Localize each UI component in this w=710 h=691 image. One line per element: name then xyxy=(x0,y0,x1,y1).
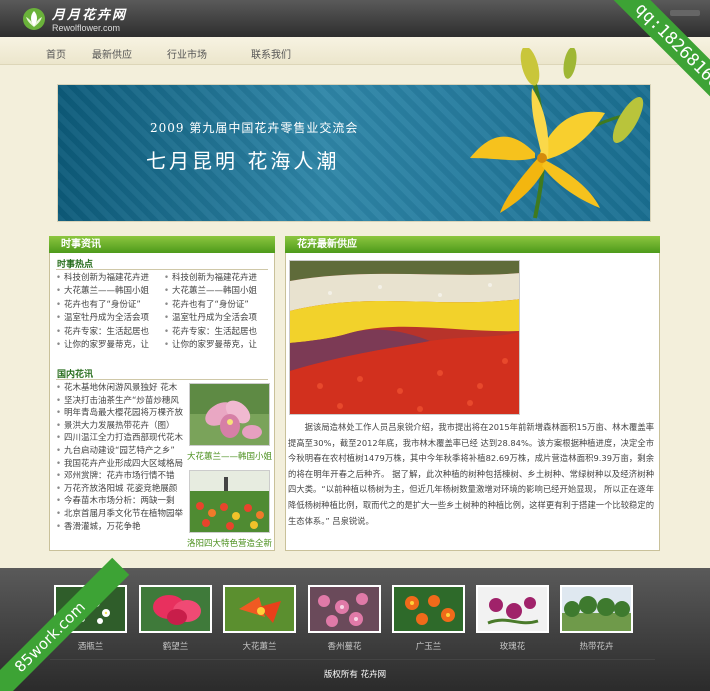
hot-news-list-right: 科技创新为福建花卉进 大花蕙兰——韩国小姐 花卉也有了“身份证” 温室牡丹成为全… xyxy=(164,272,274,352)
list-item[interactable]: 花木基地休闲游风景独好 花木 xyxy=(56,382,184,395)
gallery-caption[interactable]: 大花蕙兰 xyxy=(223,640,296,652)
list-item[interactable]: 九台启动建设“园艺特产之乡” xyxy=(56,445,184,458)
supply-panel-title: 花卉最新供应 xyxy=(285,236,660,253)
list-item[interactable]: 四川温江全力打造西部现代花木 xyxy=(56,432,184,445)
nav-home[interactable]: 首页 xyxy=(46,46,66,61)
site-logo[interactable]: 月月花卉网 Rewolflower.com xyxy=(22,4,127,33)
gallery-caption[interactable]: 广玉兰 xyxy=(392,640,465,652)
gallery-item[interactable]: 香州蔓花 xyxy=(308,585,381,652)
gallery-caption[interactable]: 香州蔓花 xyxy=(308,640,381,652)
list-item[interactable]: 科技创新为福建花卉进 xyxy=(56,272,166,285)
gallery-caption[interactable]: 热带花卉 xyxy=(560,640,633,652)
gallery-caption[interactable]: 鹤望兰 xyxy=(139,640,212,652)
list-item[interactable]: 我国花卉产业形成四大区域格局 xyxy=(56,458,184,471)
lily-flower-image xyxy=(470,48,644,219)
list-item[interactable]: 花卉专家：生活起居也 xyxy=(164,326,274,339)
list-item[interactable]: 花卉也有了“身份证” xyxy=(56,299,166,312)
gallery-image[interactable] xyxy=(139,585,212,633)
nav-contact[interactable]: 联系我们 xyxy=(251,46,291,61)
gallery-caption[interactable]: 玫瑰花 xyxy=(476,640,549,652)
list-item[interactable]: 温室牡丹成为全活会项 xyxy=(164,312,274,325)
list-item[interactable]: 科技创新为福建花卉进 xyxy=(164,272,274,285)
gallery-caption[interactable]: 酒瓶兰 xyxy=(54,640,127,652)
banner-title: 七月昆明 花海人潮 xyxy=(146,149,340,173)
domestic-news-list: 花木基地休闲游风景独好 花木 坚决打击油茶生产“炒苗炒穗风 明年青岛最大樱花园将… xyxy=(56,382,184,533)
leaf-logo-icon xyxy=(22,7,46,31)
list-item[interactable]: 邓州赏牌：花卉市场行情不错 xyxy=(56,470,184,483)
gallery-image[interactable] xyxy=(476,585,549,633)
list-item[interactable]: 温室牡丹成为全活会项 xyxy=(56,312,166,325)
list-item[interactable]: 让你的家罗曼蒂克，让 xyxy=(56,339,166,352)
news-thumbnail-orchid[interactable] xyxy=(189,383,270,446)
list-item[interactable]: 北京首届月季文化节在植物园举 xyxy=(56,508,184,521)
list-item[interactable]: 坚决打击油茶生产“炒苗炒穗风 xyxy=(56,395,184,408)
hot-news-list-left: 科技创新为福建花卉进 大花蕙兰——韩国小姐 花卉也有了“身份证” 温室牡丹成为全… xyxy=(56,272,166,352)
list-item[interactable]: 香滑灌城，万花争艳 xyxy=(56,521,184,534)
site-header: 月月花卉网 Rewolflower.com xyxy=(0,0,710,37)
logo-chinese-name: 月月花卉网 xyxy=(52,8,128,23)
gallery-image[interactable] xyxy=(308,585,381,633)
list-item[interactable]: 大花蕙兰——韩国小姐 xyxy=(164,285,274,298)
thumbnail-caption-orchid[interactable]: 大花蕙兰——韩国小姐 xyxy=(187,450,272,462)
nav-latest-supply[interactable]: 最新供应 xyxy=(92,46,132,61)
header-decoration xyxy=(670,10,700,16)
list-item[interactable]: 景洪大力发展热带花卉（图） xyxy=(56,420,184,433)
list-item[interactable]: 花卉也有了“身份证” xyxy=(164,299,274,312)
gallery-item[interactable]: 热带花卉 xyxy=(560,585,633,652)
list-item[interactable]: 花卉专家：生活起居也 xyxy=(56,326,166,339)
banner-subtitle: 2009 第九届中国花卉零售业交流会 xyxy=(150,121,359,135)
news-thumbnail-garden[interactable] xyxy=(189,470,270,533)
gallery-image[interactable] xyxy=(223,585,296,633)
gallery-item[interactable]: 大花蕙兰 xyxy=(223,585,296,652)
supply-article-text: 据该局造林处工作人员吕泉锐介绍，我市提出将在2015年前新增森林面积15万亩、林… xyxy=(288,422,654,526)
flower-field-photo[interactable] xyxy=(289,260,520,415)
list-item[interactable]: 万花齐放洛阳城 花姿竞艳展颜 xyxy=(56,483,184,496)
nav-industry-market[interactable]: 行业市场 xyxy=(167,46,207,61)
list-item[interactable]: 今春苗木市场分析：两缺一剩 xyxy=(56,495,184,508)
footer-copyright: 版权所有 花卉网 xyxy=(323,670,387,680)
list-item[interactable]: 明年青岛最大樱花园将万棵齐放 xyxy=(56,407,184,420)
news-panel-title: 时事资讯 xyxy=(49,236,275,253)
gallery-image[interactable] xyxy=(560,585,633,633)
thumbnail-caption-garden[interactable]: 洛阳四大特色营造全新 xyxy=(187,537,272,549)
gallery-image[interactable] xyxy=(392,585,465,633)
logo-english-name: Rewolflower.com xyxy=(52,23,121,33)
list-item[interactable]: 让你的家罗曼蒂克，让 xyxy=(164,339,274,352)
gallery-item[interactable]: 广玉兰 xyxy=(392,585,465,652)
list-item[interactable]: 大花蕙兰——韩国小姐 xyxy=(56,285,166,298)
gallery-item[interactable]: 鹤望兰 xyxy=(139,585,212,652)
gallery-item[interactable]: 玫瑰花 xyxy=(476,585,549,652)
